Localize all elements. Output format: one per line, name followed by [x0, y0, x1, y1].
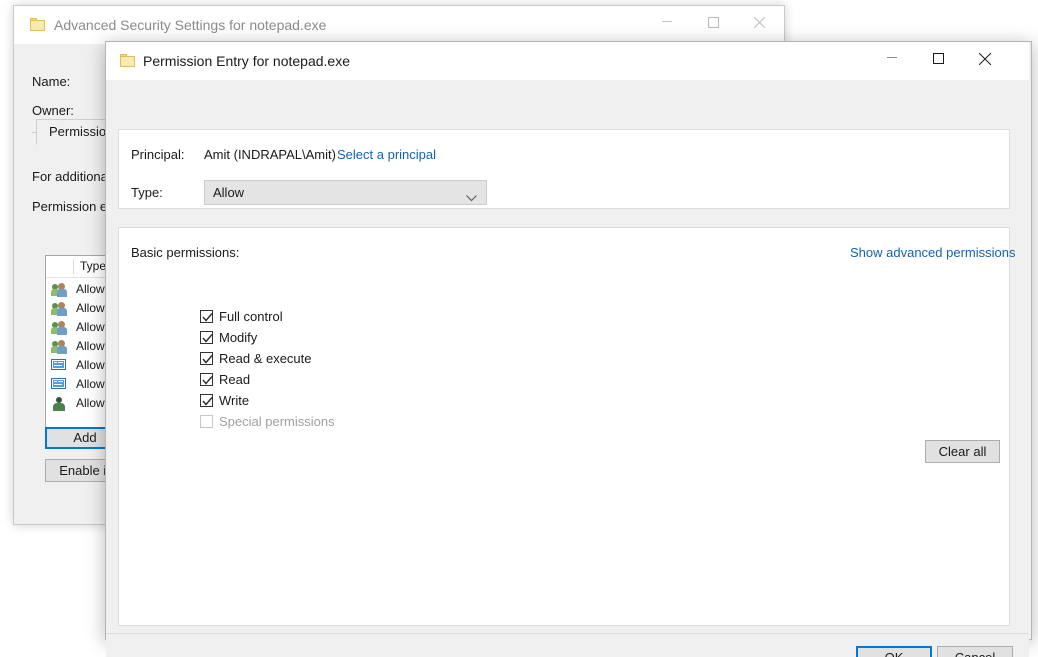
folder-icon	[120, 54, 135, 67]
minimize-icon[interactable]	[871, 42, 917, 72]
checkbox-read-execute[interactable]	[200, 352, 213, 365]
type-dropdown-value: Allow	[213, 185, 244, 200]
checkbox-special-permissions	[200, 415, 213, 428]
background-window-title: Advanced Security Settings for notepad.e…	[54, 17, 326, 33]
checkbox-write[interactable]	[200, 394, 213, 407]
screen: Advanced Security Settings for notepad.e…	[0, 0, 1038, 657]
type-label: Type:	[131, 185, 163, 200]
column-header-type[interactable]: Type	[80, 259, 106, 273]
clear-all-button[interactable]: Clear all	[925, 440, 1000, 463]
group-icon	[51, 282, 67, 297]
group-icon	[51, 301, 67, 316]
principal-value: Amit (INDRAPAL\Amit)	[204, 147, 336, 162]
dialog-body: Principal: Amit (INDRAPAL\Amit) Select a…	[106, 80, 1029, 638]
row-type: Allow	[76, 377, 105, 391]
permissions-group: Basic permissions: Show advanced permiss…	[118, 227, 1010, 626]
permission-label: Write	[219, 393, 249, 408]
minimize-icon[interactable]	[646, 6, 692, 36]
close-icon[interactable]	[738, 6, 784, 36]
permission-label: Full control	[219, 309, 283, 324]
chevron-down-icon	[466, 189, 477, 207]
checkbox-full-control[interactable]	[200, 310, 213, 323]
checkbox-modify[interactable]	[200, 331, 213, 344]
background-window-titlebar: Advanced Security Settings for notepad.e…	[14, 6, 784, 45]
close-icon[interactable]	[963, 42, 1009, 72]
type-dropdown[interactable]: Allow	[204, 180, 487, 205]
computer-icon	[51, 377, 67, 392]
for-additional-label: For additiona	[32, 169, 108, 184]
owner-label: Owner:	[32, 103, 74, 118]
row-type: Allow	[76, 282, 105, 296]
person-icon	[51, 396, 67, 411]
dialog-titlebar: Permission Entry for notepad.exe	[106, 42, 1029, 80]
row-type: Allow	[76, 301, 105, 315]
group-icon	[51, 320, 67, 335]
row-type: Allow	[76, 396, 105, 410]
dialog-title: Permission Entry for notepad.exe	[143, 53, 350, 69]
permission-label: Special permissions	[219, 414, 335, 429]
permission-label: Modify	[219, 330, 257, 345]
ok-button[interactable]: OK	[856, 646, 932, 657]
maximize-icon[interactable]	[917, 42, 963, 72]
permission-entry-dialog: Permission Entry for notepad.exe Princip…	[105, 41, 1032, 640]
basic-permissions-heading: Basic permissions:	[131, 245, 239, 260]
maximize-icon[interactable]	[692, 6, 738, 36]
show-advanced-permissions-link[interactable]: Show advanced permissions	[850, 245, 1015, 260]
principal-label: Principal:	[131, 147, 184, 162]
permission-label: Read	[219, 372, 250, 387]
folder-icon	[30, 18, 45, 31]
row-type: Allow	[76, 339, 105, 353]
group-icon	[51, 339, 67, 354]
select-a-principal-link[interactable]: Select a principal	[337, 147, 436, 162]
principal-group: Principal: Amit (INDRAPAL\Amit) Select a…	[118, 129, 1010, 209]
permission-entries-label: Permission e	[32, 199, 107, 214]
row-type: Allow	[76, 358, 105, 372]
row-type: Allow	[76, 320, 105, 334]
name-label: Name:	[32, 74, 70, 89]
permission-label: Read & execute	[219, 351, 312, 366]
dialog-footer: OK Cancel	[106, 633, 1029, 657]
computer-icon	[51, 358, 67, 373]
cancel-button[interactable]: Cancel	[937, 646, 1013, 657]
checkbox-read[interactable]	[200, 373, 213, 386]
